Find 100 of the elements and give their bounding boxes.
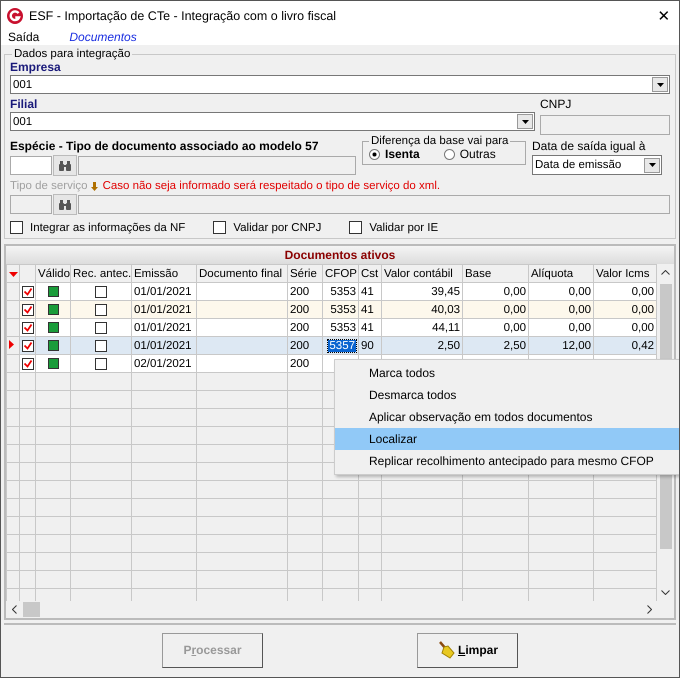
checkbox-label: Validar por IE: [369, 222, 438, 234]
checkbox[interactable]: [95, 286, 107, 298]
column-header[interactable]: CFOP: [322, 264, 358, 282]
table-cell: 40,03: [431, 304, 460, 316]
field-label: Empresa: [10, 60, 62, 74]
checkbox-label: Integrar as informações da NF: [30, 222, 186, 234]
table-cell: 0,00: [504, 322, 526, 334]
table-cell: 0,00: [568, 322, 591, 334]
down-arrow-icon: [90, 182, 98, 190]
exit-date-dropdown[interactable]: Data de emissão: [532, 155, 662, 175]
checkbox[interactable]: [22, 358, 34, 370]
column-header[interactable]: Valor Icms: [594, 264, 656, 282]
menu-item[interactable]: Aplicar observação em todos documentos: [335, 406, 679, 428]
broom-icon: [436, 641, 455, 659]
menu-item[interactable]: Documentos: [69, 30, 137, 44]
search-button[interactable]: [53, 155, 77, 176]
sort-indicator-icon: [9, 272, 18, 276]
table-cell: 5353: [330, 286, 356, 298]
table-cell: 01/01/2021: [134, 304, 192, 316]
field-label: Data de saída igual à: [532, 139, 646, 153]
column-header[interactable]: Válido: [36, 264, 70, 282]
checkbox[interactable]: [349, 221, 362, 234]
warning-note: Caso não seja informado será respeitado o tipo de serviço do xml.: [102, 180, 440, 192]
table-cell: 02/01/2021: [134, 358, 192, 370]
column-header[interactable]: Valor contábil: [382, 264, 462, 282]
app-logo-icon: [7, 8, 23, 24]
table-cell: 2,50: [504, 340, 526, 352]
dropdown-arrow-icon: [656, 82, 664, 86]
field-label: Filial: [10, 97, 38, 111]
table-cell: 0,00: [632, 322, 654, 334]
column-header[interactable]: Base: [462, 264, 528, 282]
checkbox[interactable]: [95, 322, 107, 334]
company-dropdown[interactable]: 001: [10, 75, 670, 94]
binoculars-icon: [59, 160, 71, 170]
table-cell: 200: [290, 358, 310, 370]
table-cell: 44,11: [432, 322, 460, 334]
table-cell: 01/01/2021: [134, 340, 192, 352]
table-cell: 41: [361, 304, 374, 316]
action-button[interactable]: Limpar: [417, 632, 518, 668]
menu-item[interactable]: Desmarca todos: [335, 384, 679, 406]
checkbox[interactable]: [95, 340, 107, 352]
group-title: Dados para integração: [13, 48, 132, 60]
table-cell: 0,00: [568, 304, 591, 316]
table-cell: 200: [290, 340, 310, 352]
table-cell: 200: [290, 304, 310, 316]
checkbox[interactable]: [95, 358, 107, 370]
checkbox[interactable]: [22, 304, 34, 316]
scroll-left-icon: [12, 605, 17, 614]
code-field[interactable]: [10, 195, 52, 214]
table-cell: 0,00: [632, 286, 654, 298]
checkbox[interactable]: [22, 322, 34, 334]
radio-option[interactable]: Isenta: [369, 147, 420, 161]
scroll-up-icon: [661, 270, 670, 275]
field-label: CNPJ: [540, 97, 572, 111]
close-button[interactable]: ✕: [649, 6, 679, 24]
column-header[interactable]: Cst: [358, 264, 382, 282]
column-header[interactable]: Emissão: [132, 264, 196, 282]
menu-item[interactable]: Marca todos: [335, 362, 679, 384]
table-cell: 200: [290, 322, 310, 334]
radio-button[interactable]: [444, 148, 455, 160]
table-cell: 90: [361, 340, 374, 352]
checkbox[interactable]: [95, 304, 107, 316]
column-header[interactable]: Alíquota: [528, 264, 594, 282]
table-cell: 0,42: [632, 340, 654, 352]
table-cell: 2,50: [438, 340, 460, 352]
menu-item[interactable]: Replicar recolhimento antecipado para mesmo CFOP: [335, 450, 679, 472]
scroll-right-icon: [647, 605, 652, 614]
table-cell: 0,00: [504, 286, 526, 298]
table-cell: 12,00: [562, 340, 591, 352]
table-cell: 0,00: [568, 286, 591, 298]
radio-button[interactable]: [369, 148, 380, 160]
search-button[interactable]: [53, 194, 77, 215]
group-title: Diferença da base vai para: [370, 135, 510, 147]
checkbox[interactable]: [213, 221, 226, 234]
menu-item[interactable]: Localizar: [335, 428, 679, 450]
menu-item[interactable]: Saída: [8, 30, 40, 44]
table-cell: 5353: [330, 322, 356, 334]
table-cell: 5353: [330, 304, 356, 316]
table-cell: 0,00: [632, 304, 654, 316]
radio-option[interactable]: Outras: [444, 147, 496, 161]
table-cell: 0,00: [504, 304, 526, 316]
table-cell: 01/01/2021: [134, 322, 192, 334]
field-label: Espécie - Tipo de documento associado ao modelo 57: [10, 139, 320, 153]
field-label: Tipo de serviço: [10, 180, 88, 192]
grid-title: Documentos ativos: [6, 246, 674, 264]
code-field[interactable]: [10, 156, 52, 175]
branch-dropdown[interactable]: 001: [10, 112, 535, 131]
column-header[interactable]: Documento final: [196, 264, 288, 282]
cnpj-field[interactable]: [540, 115, 670, 135]
column-header[interactable]: Rec. antec.: [70, 264, 132, 282]
checkbox[interactable]: [10, 221, 23, 234]
table-cell: 41: [361, 286, 374, 298]
column-header[interactable]: Série: [288, 264, 322, 282]
table-cell: 41: [361, 322, 374, 334]
scroll-thumb[interactable]: [23, 602, 40, 617]
dropdown-arrow-icon: [648, 163, 656, 167]
dropdown-arrow-icon: [522, 120, 528, 124]
checkbox[interactable]: [22, 340, 34, 352]
window-title: ESF - Importação de CTe - Integração com o livro fiscal: [29, 8, 338, 22]
checkbox[interactable]: [22, 286, 34, 298]
